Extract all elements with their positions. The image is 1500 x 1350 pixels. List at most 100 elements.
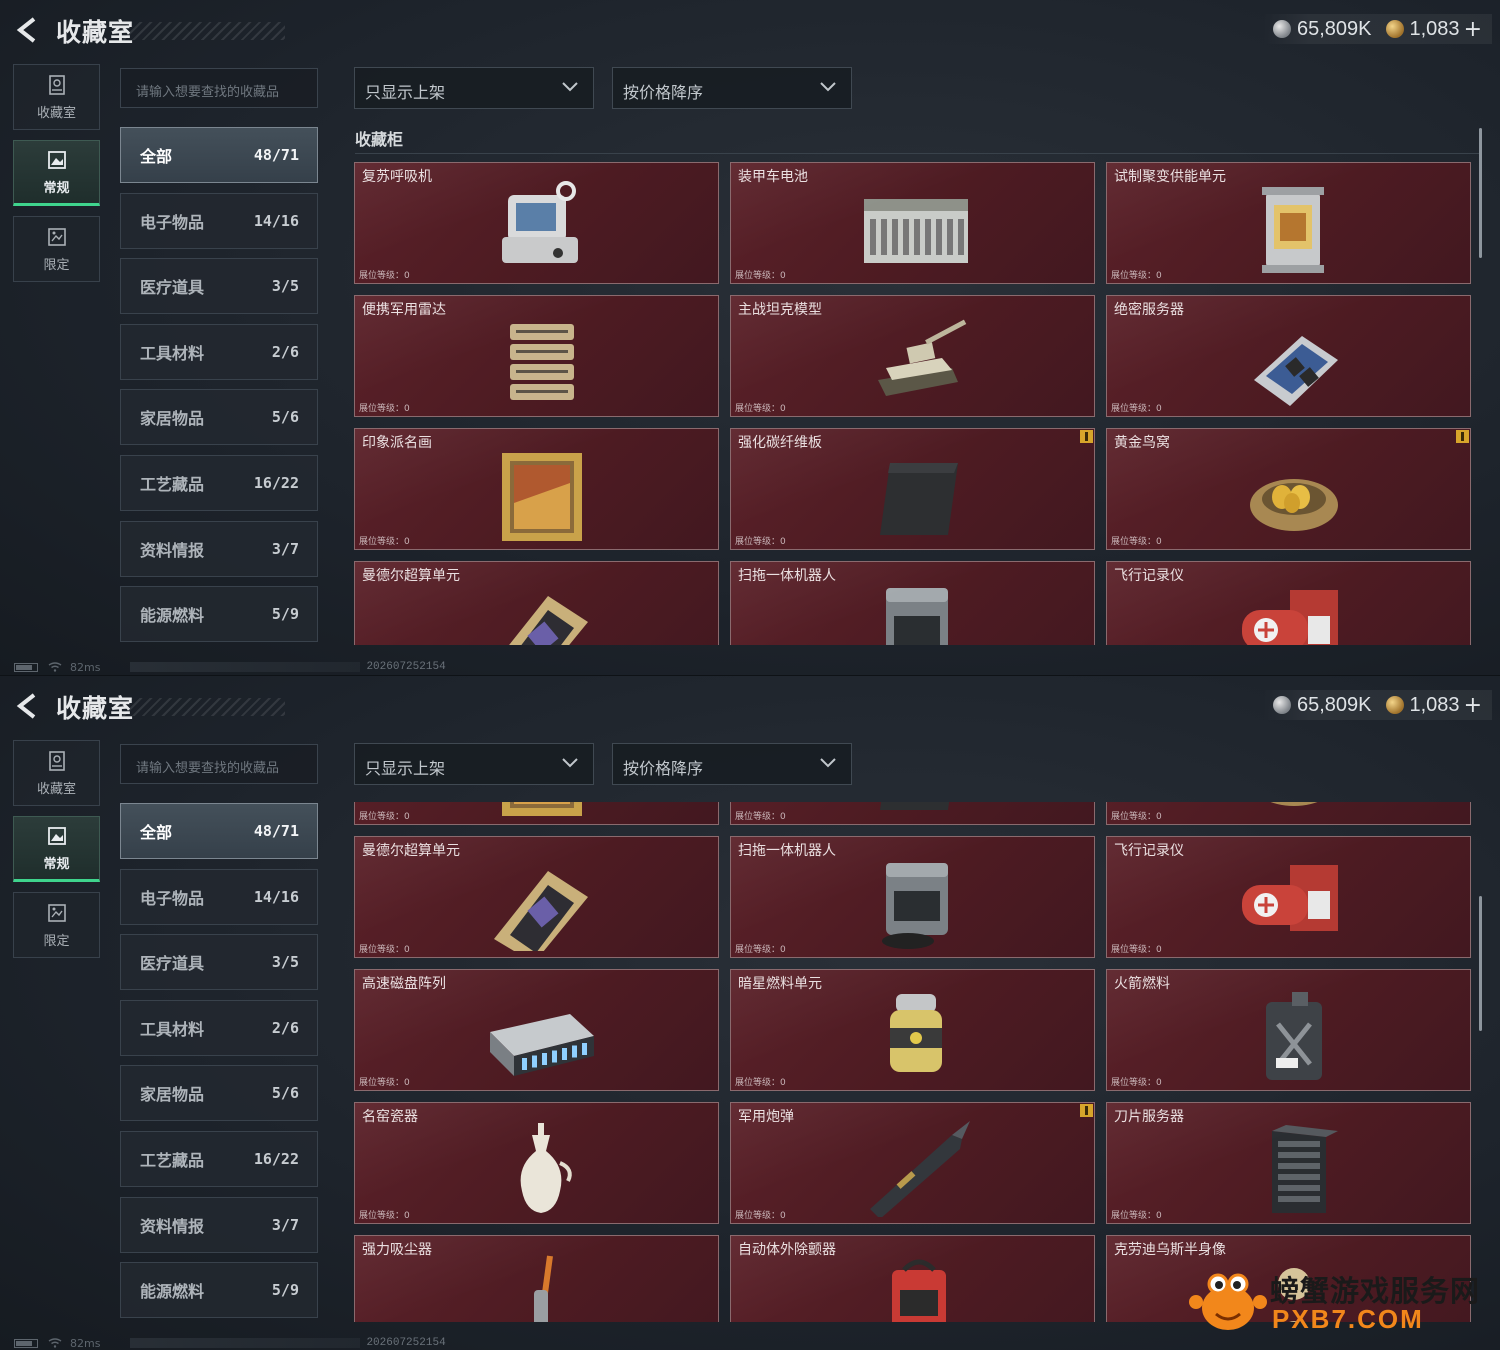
- battery-icon: [864, 199, 968, 263]
- category-name: 全部: [140, 147, 173, 166]
- category-name: 全部: [140, 823, 173, 842]
- collection-card[interactable]: 暗星燃料单元 展位等级：0: [730, 969, 1095, 1091]
- collection-card[interactable]: 装甲车电池 展位等级：0: [730, 162, 1095, 284]
- item-name: 扫拖一体机器人: [738, 568, 836, 584]
- collection-card[interactable]: 自动体外除颤器展位等级：0: [730, 1235, 1095, 1322]
- back-arrow-icon[interactable]: [14, 692, 42, 720]
- collection-card[interactable]: 印象派名画 展位等级：0: [354, 428, 719, 550]
- category-item[interactable]: 家居物品 5/6: [120, 389, 318, 446]
- ventilator-icon: [502, 181, 578, 263]
- alert-flag-icon: [1080, 430, 1093, 443]
- rocket-fuel-icon: [1266, 992, 1322, 1080]
- tab-collection-room[interactable]: 收藏室: [13, 740, 100, 806]
- category-list: 全部 48/71 电子物品 14/16 医疗道具 3/5 工具材料 2/6 家居物品 5/6 工艺藏…: [120, 127, 318, 652]
- category-name: 工艺藏品: [140, 474, 205, 494]
- collection-card[interactable]: 军用炮弹 展位等级：0: [730, 1102, 1095, 1224]
- filter-dropdown[interactable]: 只显示上架: [354, 67, 594, 109]
- category-item[interactable]: 医疗道具 3/5: [120, 934, 318, 991]
- collection-card[interactable]: 试制聚变供能单元 展位等级：0: [1106, 162, 1471, 284]
- display-level: 展位等级：0: [735, 537, 786, 547]
- title-decoration: [120, 22, 285, 40]
- category-item[interactable]: 电子物品 14/16: [120, 192, 318, 249]
- radar-icon: [510, 324, 574, 400]
- collection-card[interactable]: 黄金鸟窝 展位等级：0: [1106, 428, 1471, 550]
- display-level: 展位等级：0: [359, 1078, 410, 1088]
- tab-limited[interactable]: 限定: [13, 216, 100, 282]
- category-item[interactable]: 工具材料 2/6: [120, 323, 318, 380]
- category-item[interactable]: 电子物品 14/16: [120, 868, 318, 925]
- category-item[interactable]: 家居物品 5/6: [120, 1065, 318, 1122]
- status-bar: 82ms 202607252154: [14, 1336, 446, 1350]
- item-name: 自动体外除颤器: [738, 1242, 836, 1258]
- collection-card[interactable]: 复苏呼吸机 展位等级：0: [354, 162, 719, 284]
- category-item[interactable]: 能源燃料 5/9: [120, 1262, 318, 1319]
- mop-robot-icon: [886, 588, 948, 645]
- collection-card[interactable]: 展位等级：0: [354, 802, 719, 825]
- carbon-plate-icon: [880, 463, 958, 535]
- sort-dropdown[interactable]: 按价格降序: [612, 67, 852, 109]
- flight-recorder-icon: [1242, 590, 1338, 645]
- tab-collection-room[interactable]: 收藏室: [13, 64, 100, 130]
- filter-dropdown[interactable]: 只显示上架: [354, 743, 594, 785]
- add-currency-button[interactable]: +: [1464, 17, 1482, 42]
- collection-card[interactable]: 展位等级：0: [1106, 802, 1471, 825]
- redacted-id: [130, 1338, 361, 1348]
- category-name: 能源燃料: [140, 1282, 205, 1302]
- collection-card[interactable]: 曼德尔超算单元展位等级：0: [354, 836, 719, 958]
- category-item[interactable]: 医疗道具 3/5: [120, 258, 318, 315]
- collection-card[interactable]: 扫拖一体机器人展位等级：0: [730, 561, 1095, 645]
- search-input[interactable]: 请输入想要查找的收藏品: [120, 68, 318, 108]
- category-item[interactable]: 工艺藏品 16/22: [120, 454, 318, 511]
- collection-card[interactable]: 名窑瓷器 展位等级：0: [354, 1102, 719, 1224]
- category-list: 全部 48/71 电子物品 14/16 医疗道具 3/5 工具材料 2/6 家居物品 5/6 工艺藏…: [120, 803, 318, 1328]
- sort-selected: 按价格降序: [623, 759, 704, 778]
- sort-dropdown[interactable]: 按价格降序: [612, 743, 852, 785]
- collection-card[interactable]: 强化碳纤维板 展位等级：0: [730, 428, 1095, 550]
- collection-card[interactable]: 绝密服务器 展位等级：0: [1106, 295, 1471, 417]
- display-level: 展位等级：0: [359, 812, 410, 822]
- display-level: 展位等级：0: [1111, 537, 1162, 547]
- category-item[interactable]: 全部 48/71: [120, 127, 318, 183]
- category-item[interactable]: 工具材料 2/6: [120, 999, 318, 1056]
- search-input[interactable]: 请输入想要查找的收藏品: [120, 744, 318, 784]
- back-arrow-icon[interactable]: [14, 16, 42, 44]
- collection-card[interactable]: 飞行记录仪展位等级：0: [1106, 836, 1471, 958]
- regular-icon: [47, 826, 66, 845]
- category-name: 电子物品: [140, 888, 205, 908]
- item-name: 复苏呼吸机: [362, 169, 432, 185]
- header: 收藏室 65,809K 1,083 +: [0, 0, 1500, 60]
- compute-unit-icon: [494, 871, 588, 951]
- item-name: 装甲车电池: [738, 169, 808, 185]
- tab-label: 常规: [43, 856, 70, 872]
- category-item[interactable]: 资料情报 3/7: [120, 1196, 318, 1253]
- collection-card[interactable]: 飞行记录仪展位等级：0: [1106, 561, 1471, 645]
- status-bar: 82ms 202607252154: [14, 660, 446, 674]
- collection-card[interactable]: 火箭燃料 展位等级：0: [1106, 969, 1471, 1091]
- item-name: 试制聚变供能单元: [1114, 169, 1226, 185]
- collection-card[interactable]: 强力吸尘器展位等级：0: [354, 1235, 719, 1322]
- collection-card[interactable]: 扫拖一体机器人展位等级：0: [730, 836, 1095, 958]
- scrollbar[interactable]: [1479, 128, 1482, 258]
- collection-card[interactable]: 展位等级：0: [730, 802, 1095, 825]
- collection-grid: 展位等级：0 展位等级：0 展位等级：0 曼德尔超算单元 展位等级：0 扫拖一体机器人 展位…: [354, 802, 1472, 1322]
- collection-card[interactable]: 高速磁盘阵列 展位等级：0: [354, 969, 719, 1091]
- collection-card[interactable]: 曼德尔超算单元展位等级：0: [354, 561, 719, 645]
- collection-card[interactable]: 刀片服务器 展位等级：0: [1106, 1102, 1471, 1224]
- item-name: 扫拖一体机器人: [738, 843, 836, 859]
- category-item[interactable]: 全部 48/71: [120, 803, 318, 859]
- scrollbar[interactable]: [1479, 896, 1482, 1031]
- tab-regular[interactable]: 常规: [13, 816, 100, 882]
- artillery-shell-icon: [870, 1121, 970, 1217]
- tab-limited[interactable]: 限定: [13, 892, 100, 958]
- add-currency-button[interactable]: +: [1464, 693, 1482, 718]
- chevron-down-icon: [562, 758, 578, 768]
- category-item[interactable]: 能源燃料 5/9: [120, 586, 318, 643]
- collection-card[interactable]: 主战坦克模型 展位等级：0: [730, 295, 1095, 417]
- item-name: 飞行记录仪: [1114, 843, 1184, 859]
- tab-regular[interactable]: 常规: [13, 140, 100, 206]
- category-name: 工具材料: [140, 343, 205, 363]
- category-item[interactable]: 工艺藏品 16/22: [120, 1130, 318, 1187]
- collection-card[interactable]: 便携军用雷达 展位等级：0: [354, 295, 719, 417]
- category-item[interactable]: 资料情报 3/7: [120, 520, 318, 577]
- category-count: 3/7: [271, 1215, 299, 1234]
